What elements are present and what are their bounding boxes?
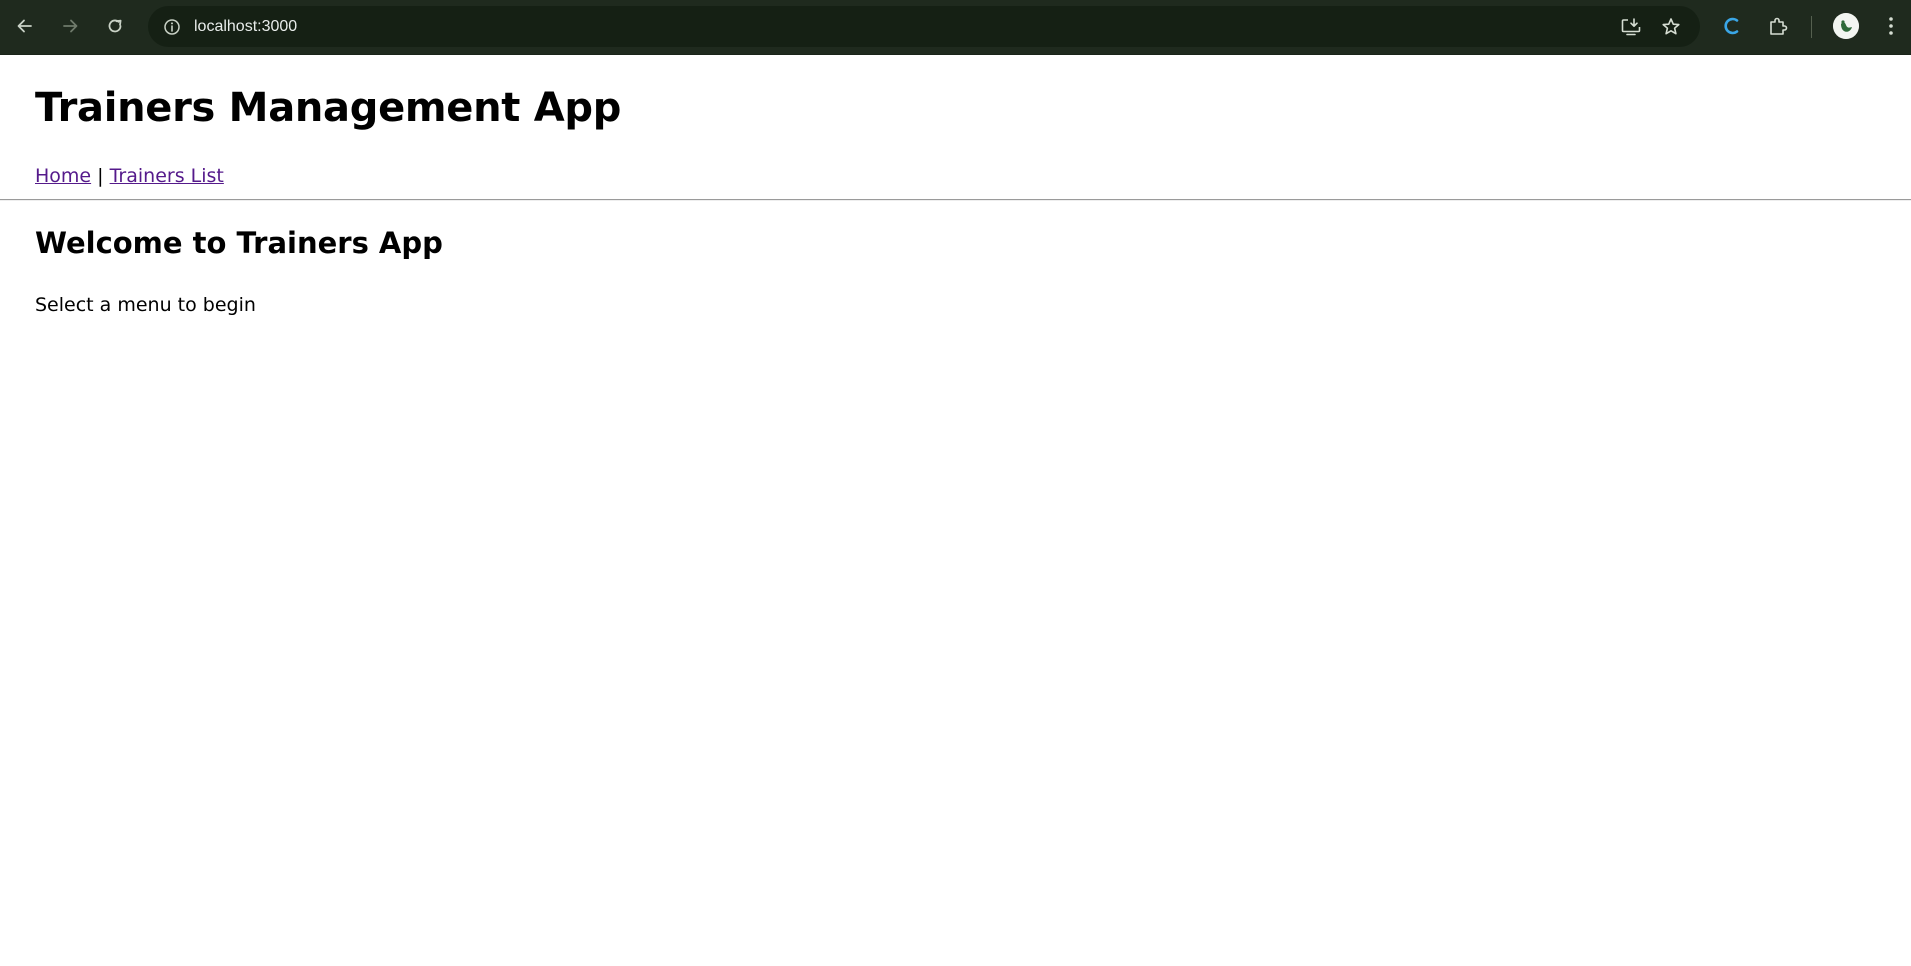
avatar[interactable] [1833,13,1859,39]
nav-link-home[interactable]: Home [35,165,91,187]
star-icon [1661,17,1680,34]
install-app-button[interactable] [1615,11,1646,42]
page-title: Trainers Management App [35,85,622,131]
welcome-heading: Welcome to Trainers App [35,226,443,260]
browser-menu-button[interactable] [1875,10,1907,42]
reload-button[interactable] [97,8,133,44]
page-content: Trainers Management App Home | Trainers … [0,56,1911,966]
main-nav: Home | Trainers List [35,165,224,187]
forward-button[interactable] [52,8,88,44]
profile-avatar-icon [1833,13,1859,39]
site-info-button[interactable] [156,11,187,42]
toolbar-divider [1811,16,1812,38]
browser-toolbar: localhost:3000 [0,0,1911,55]
kebab-menu-icon [1889,17,1893,35]
extension-loader-button[interactable] [1716,10,1748,42]
bookmark-button[interactable] [1655,11,1686,42]
install-app-icon [1621,17,1640,35]
nav-link-trainers-list[interactable]: Trainers List [110,165,224,187]
arrow-left-icon [17,19,32,33]
info-icon [163,18,180,35]
horizontal-divider [0,199,1911,201]
address-bar[interactable]: localhost:3000 [148,6,1700,47]
nav-separator: | [97,165,104,187]
arrow-right-icon [63,19,78,33]
puzzle-icon [1770,17,1788,35]
loading-arc-icon [1724,17,1739,35]
extensions-button[interactable] [1762,10,1794,42]
back-button[interactable] [7,8,43,44]
reload-icon [108,19,122,33]
url-text[interactable]: localhost:3000 [194,6,297,47]
welcome-text: Select a menu to begin [35,294,256,316]
